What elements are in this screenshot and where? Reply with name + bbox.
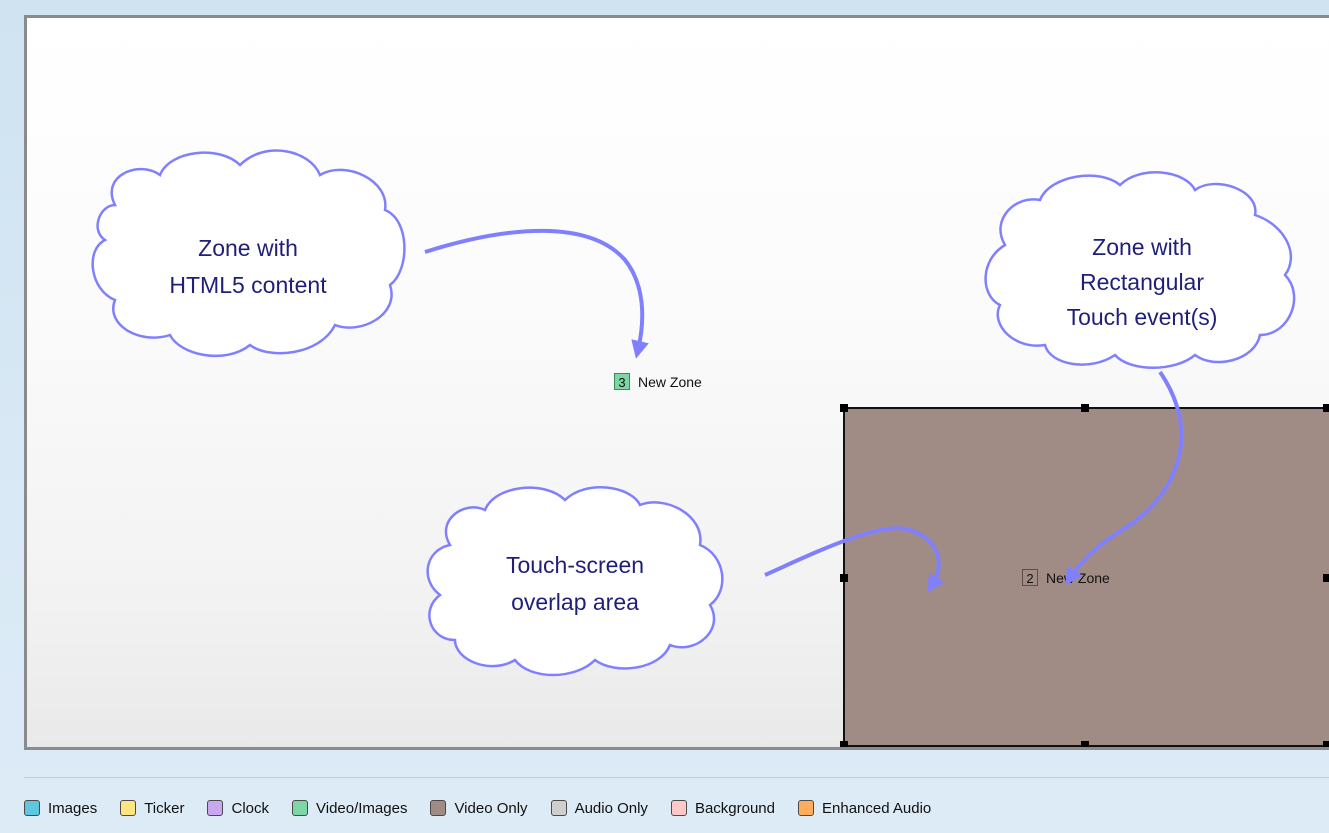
- zone-2-label[interactable]: 2 New Zone: [1022, 569, 1110, 586]
- legend-swatch-enhanced-audio: [798, 800, 814, 816]
- zone-2-rectangle[interactable]: 2 New Zone: [840, 404, 1329, 747]
- legend-label-enhanced-audio: Enhanced Audio: [822, 799, 932, 817]
- resize-handle-bottom-right[interactable]: [1323, 741, 1329, 747]
- legend-swatch-video-images: [292, 800, 308, 816]
- legend-item-ticker: Ticker: [120, 800, 184, 817]
- legend-item-images: Images: [24, 800, 97, 817]
- legend-label-video-images: Video/Images: [316, 799, 408, 817]
- legend-swatch-background: [670, 800, 687, 816]
- legend-swatch-video-only: [430, 800, 447, 816]
- resize-handle-middle-left[interactable]: [840, 574, 848, 582]
- resize-handle-middle-right[interactable]: [1323, 574, 1329, 582]
- legend-swatch-audio-only: [550, 800, 567, 816]
- zone-3-name: New Zone: [638, 373, 702, 390]
- legend-item-video-images: Video/Images: [292, 800, 407, 817]
- resize-handle-top-right[interactable]: [1323, 404, 1329, 412]
- resize-handle-top-middle[interactable]: [1081, 404, 1089, 412]
- legend-label-clock: Clock: [231, 799, 269, 817]
- legend-label-video-only: Video Only: [454, 799, 528, 817]
- legend-item-enhanced-audio: Enhanced Audio: [798, 800, 931, 817]
- zone-2-name: New Zone: [1046, 569, 1110, 586]
- legend-item-clock: Clock: [207, 800, 269, 817]
- zone-2-number-badge: 2: [1022, 569, 1038, 586]
- zone-3-label[interactable]: 3 New Zone: [614, 373, 702, 390]
- legend-swatch-images: [24, 800, 40, 816]
- zone-type-legend: Images Ticker Clock Video/Images Video O…: [24, 796, 954, 820]
- legend-divider: [24, 777, 1329, 778]
- zone-3-number-badge: 3: [614, 373, 630, 390]
- legend-item-audio-only: Audio Only: [550, 799, 648, 817]
- layout-canvas[interactable]: 3 New Zone 2 New Zone: [24, 15, 1329, 750]
- legend-label-ticker: Ticker: [144, 799, 185, 817]
- resize-handle-bottom-middle[interactable]: [1081, 741, 1089, 747]
- legend-item-background: Background: [670, 799, 775, 817]
- legend-item-video-only: Video Only: [430, 799, 528, 817]
- legend-label-audio-only: Audio Only: [574, 799, 648, 817]
- legend-label-background: Background: [694, 799, 775, 817]
- resize-handle-bottom-left[interactable]: [840, 741, 848, 747]
- legend-swatch-ticker: [120, 800, 137, 816]
- legend-swatch-clock: [207, 800, 224, 816]
- legend-label-images: Images: [48, 799, 98, 817]
- resize-handle-top-left[interactable]: [840, 404, 848, 412]
